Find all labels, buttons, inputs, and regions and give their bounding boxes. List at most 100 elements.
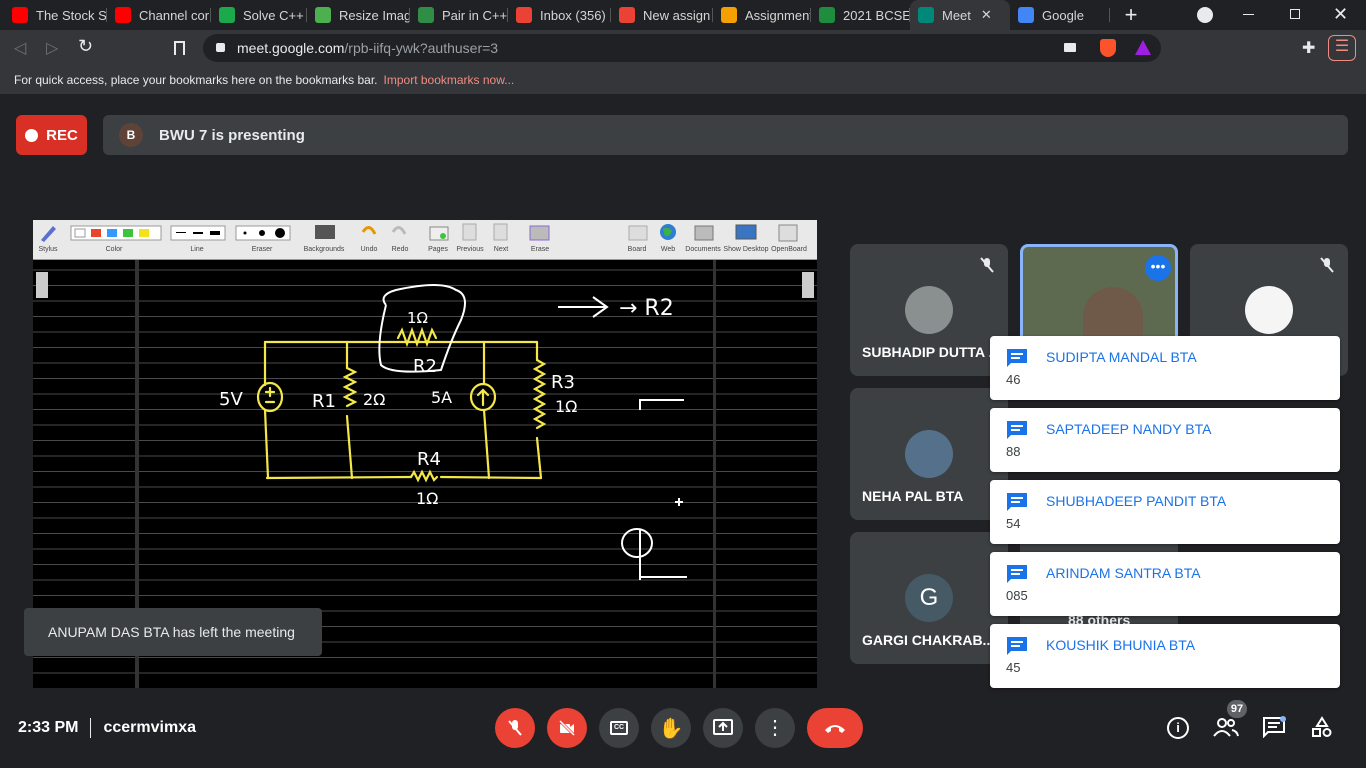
close-tab-icon[interactable]: ✕ [981, 7, 992, 23]
browser-menu-button[interactable]: ☰ [1328, 35, 1356, 61]
participant-tile-4[interactable]: G GARGI CHAKRAB... [850, 532, 1008, 664]
mic-off-icon [1320, 257, 1334, 273]
close-window-button[interactable]: ✕ [1333, 4, 1348, 25]
chat-text: 085 [1006, 588, 1028, 603]
tab-11[interactable]: Google [1010, 0, 1110, 30]
meeting-code: ccermvimxa [103, 719, 196, 736]
tab-label: Google [1042, 7, 1084, 23]
import-bookmarks-link[interactable]: Import bookmarks now... [384, 73, 515, 87]
tab-label: New assign [643, 7, 711, 23]
youtube-icon [115, 7, 131, 23]
tab-3[interactable]: Solve C++ | [211, 0, 307, 30]
activities-button[interactable] [1311, 716, 1333, 743]
forward-icon[interactable]: ▷ [46, 38, 58, 58]
tab-4[interactable]: Resize Imag [307, 0, 410, 30]
back-icon[interactable]: ◁ [14, 38, 26, 58]
raise-hand-button[interactable]: ✋ [651, 708, 691, 748]
openboard-tool-label: Stylus [38, 246, 58, 253]
participant-avatar: G [905, 574, 953, 622]
mic-off-icon [508, 720, 522, 736]
toast-text: ANUPAM DAS BTA has left the meeting [48, 624, 295, 640]
leave-call-button[interactable] [807, 708, 863, 748]
participant-tile-3[interactable]: NEHA PAL BTA [850, 388, 1008, 520]
openboard-tool-label: Line [190, 246, 204, 253]
gmail-icon [619, 7, 635, 23]
activities-icon [1312, 716, 1332, 737]
tab-label: Solve C++ | [243, 7, 307, 23]
url-text[interactable]: meet.google.com/rpb-iifq-ywk?authuser=3 [237, 40, 498, 56]
presenter-avatar: B [119, 123, 143, 147]
clock-time: 2:33 PM [18, 719, 79, 736]
tab-6[interactable]: Inbox (356) [508, 0, 611, 30]
more-options-button[interactable]: ⋮ [755, 708, 795, 748]
captions-button[interactable]: CC [599, 708, 639, 748]
brave-shield-icon[interactable] [1100, 39, 1116, 57]
chat-text: 88 [1006, 444, 1021, 459]
meet-icon [918, 7, 934, 23]
recording-badge[interactable]: REC [16, 115, 87, 155]
tab-7[interactable]: New assign [611, 0, 713, 30]
tab-search-icon[interactable] [1197, 7, 1213, 23]
brave-rewards-icon[interactable] [1135, 40, 1151, 55]
tab-label: Resize Imag [339, 7, 410, 23]
lock-icon[interactable] [216, 43, 225, 52]
hang-up-icon [825, 725, 845, 733]
tab-10[interactable]: Meet ✕ [910, 0, 1010, 30]
present-icon [713, 719, 733, 735]
present-now-button[interactable] [703, 708, 743, 748]
youtube-icon [12, 7, 28, 23]
extensions-icon[interactable]: ✚ [1302, 38, 1315, 58]
captions-icon: CC [610, 721, 628, 735]
tab-9[interactable]: 2021 BCSE- [811, 0, 910, 30]
camera-off-button[interactable] [547, 708, 587, 748]
svg-text:→ R2: → R2 [619, 296, 674, 321]
new-tab-button[interactable]: + [1121, 4, 1141, 26]
chat-notification[interactable]: SUDIPTA MANDAL BTA 46 [990, 336, 1340, 400]
chat-notification[interactable]: SHUBHADEEP PANDIT BTA 54 [990, 480, 1340, 544]
chat-button[interactable] [1262, 716, 1286, 743]
chat-notification[interactable]: KOUSHIK BHUNIA BTA 45 [990, 624, 1340, 688]
classroom-icon [721, 7, 737, 23]
camera-in-use-icon[interactable] [1064, 43, 1076, 52]
rec-label: REC [46, 126, 78, 144]
chat-icon [1263, 716, 1286, 739]
tab-1[interactable]: The Stock Sp [4, 0, 107, 30]
chat-message-icon [1007, 565, 1027, 583]
mic-off-button[interactable] [495, 708, 535, 748]
bookmarks-hint: For quick access, place your bookmarks h… [14, 73, 378, 87]
tab-label: 2021 BCSE- [843, 7, 910, 23]
tab-2[interactable]: Channel cor [107, 0, 211, 30]
openboard-tool-icons [41, 223, 798, 242]
chat-notification[interactable]: ARINDAM SANTRA BTA 085 [990, 552, 1340, 616]
chat-message-icon [1007, 349, 1027, 367]
presenting-banner: B BWU 7 is presenting [103, 115, 1348, 155]
participant-name: GARGI CHAKRAB... [862, 632, 995, 648]
tab-5[interactable]: Pair in C++ [410, 0, 508, 30]
reload-icon[interactable]: ↻ [78, 36, 93, 57]
chat-text: 54 [1006, 516, 1021, 531]
more-options-icon[interactable]: ••• [1145, 255, 1171, 281]
chat-sender: SAPTADEEP NANDY BTA [1046, 421, 1212, 437]
tab-8[interactable]: Assignment [713, 0, 811, 30]
participant-avatar [905, 286, 953, 334]
people-button[interactable] [1213, 716, 1239, 743]
chat-notification[interactable]: SAPTADEEP NANDY BTA 88 [990, 408, 1340, 472]
participant-tile-1[interactable]: SUBHADIP DUTTA ... [850, 244, 1008, 376]
people-icon [1213, 718, 1239, 737]
bookmark-icon[interactable] [174, 41, 185, 55]
gfg-icon [418, 7, 434, 23]
chat-sender: SUDIPTA MANDAL BTA [1046, 349, 1197, 365]
people-count-badge: 97 [1227, 700, 1247, 718]
meeting-info: 2:33 PM ccermvimxa [18, 718, 196, 738]
tab-label: Channel cor [139, 7, 210, 23]
restore-button[interactable] [1290, 9, 1300, 19]
minimize-button[interactable] [1243, 14, 1254, 15]
record-dot-icon [25, 128, 39, 142]
svg-text:2Ω: 2Ω [363, 390, 385, 409]
svg-text:R3: R3 [551, 372, 575, 393]
openboard-tool-label: Backgrounds [303, 246, 345, 253]
meeting-details-icon[interactable]: i [1167, 717, 1189, 739]
svg-text:5V: 5V [219, 389, 243, 410]
chat-message-icon [1007, 637, 1027, 655]
chat-sender: ARINDAM SANTRA BTA [1046, 565, 1201, 581]
